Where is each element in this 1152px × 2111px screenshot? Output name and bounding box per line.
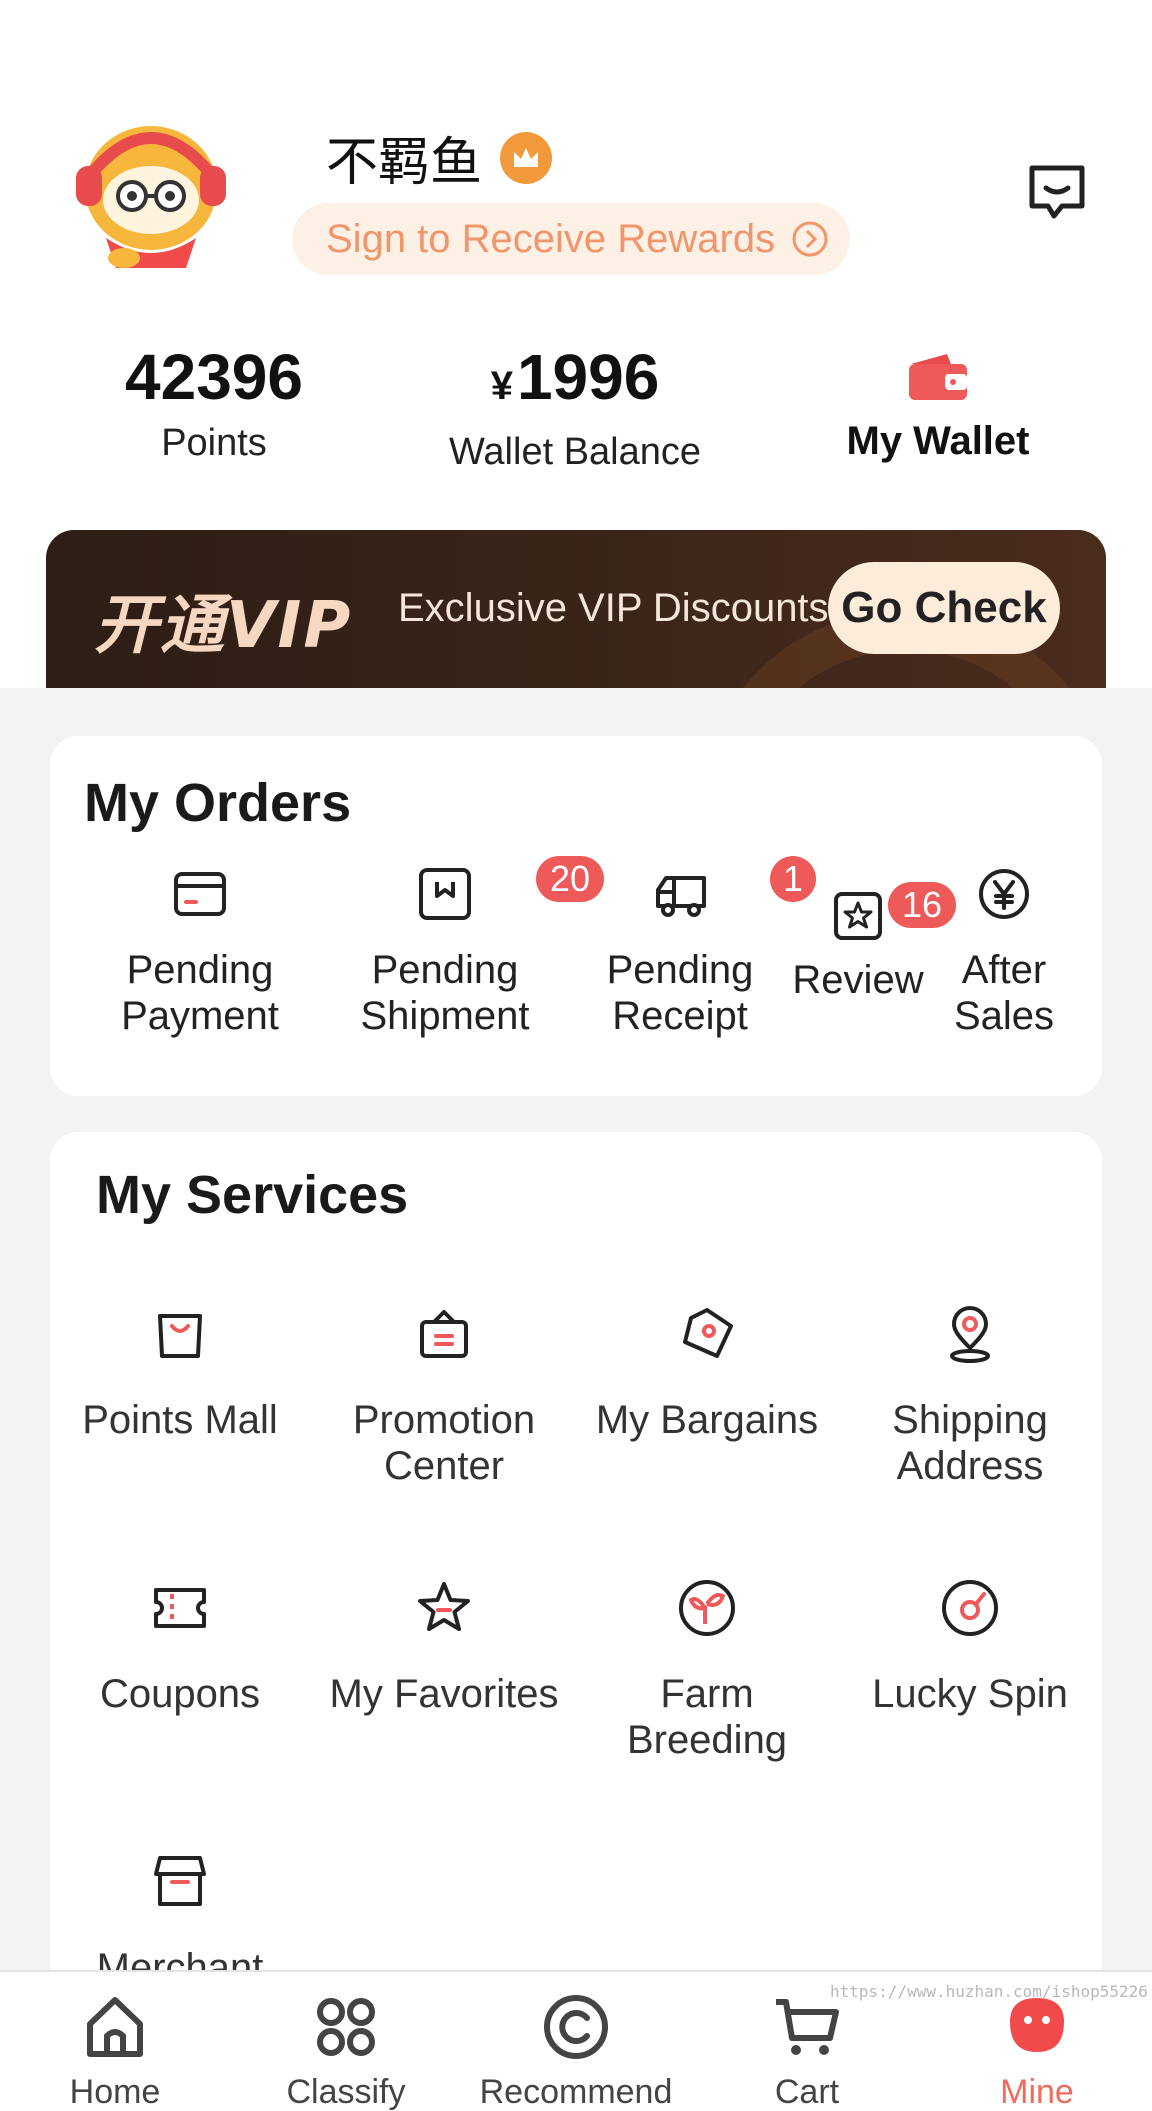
briefcase-icon — [420, 1310, 468, 1358]
review-label: Review — [792, 958, 924, 1002]
username: 不羁鱼 — [326, 133, 483, 193]
service-label: Coupons — [99, 1672, 261, 1716]
service-coupons[interactable]: Coupons — [55, 1578, 305, 1717]
order-pending-shipment[interactable]: Pending Shipment — [345, 866, 545, 1039]
order-pending-receipt[interactable]: Pending Receipt — [600, 866, 760, 1039]
points-label: Points — [161, 422, 267, 464]
circle-arrow-icon — [792, 221, 828, 257]
tab-label: Cart — [774, 2073, 840, 2111]
wallet-value: 1996 — [516, 341, 660, 413]
my-wallet-button[interactable]: My Wallet — [826, 352, 1050, 464]
service-label-line1: Shipping — [892, 1398, 1048, 1442]
location-pin-icon — [950, 1306, 990, 1363]
order-pending-payment[interactable]: Pending Payment — [100, 866, 300, 1039]
shopping-bag-icon — [158, 1314, 202, 1358]
store-icon — [154, 1856, 206, 1906]
tab-label: Home — [69, 2073, 161, 2111]
service-label: My Favorites — [329, 1672, 559, 1716]
avatar[interactable] — [66, 108, 236, 278]
profile-header: 不羁鱼 Sign to Receive Rewards 42396 Points… — [0, 0, 1152, 688]
go-check-button[interactable]: Go Check — [828, 562, 1060, 654]
order-label-line1: Pending — [371, 948, 519, 992]
tag-icon — [683, 1308, 733, 1358]
ticket-icon — [154, 1588, 206, 1628]
box-icon — [419, 868, 471, 920]
service-label: My Bargains — [595, 1398, 819, 1442]
order-label-line1: Pending — [606, 948, 754, 992]
cart-icon — [776, 1999, 839, 2055]
wallet-balance-stat[interactable]: ¥1996 Wallet Balance — [430, 342, 720, 474]
crown-icon — [500, 131, 553, 184]
grid-icon — [317, 1998, 375, 2056]
home-icon — [87, 1997, 143, 2057]
currency-symbol: ¥ — [490, 364, 513, 408]
my-services-card: My Services Points Mall Promotion Center … — [50, 1132, 1102, 1990]
bottom-tab-bar: Home Classify Recommend Cart Mine https:… — [0, 1970, 1152, 2111]
order-after-sales[interactable]: After Sales — [934, 866, 1074, 1039]
tab-home[interactable]: Home — [15, 1992, 215, 2111]
tab-classify[interactable]: Classify — [246, 1992, 446, 2111]
service-label: Lucky Spin — [872, 1672, 1068, 1716]
points-stat[interactable]: 42396 Points — [92, 342, 336, 465]
pending-shipment-badge: 20 — [536, 856, 605, 902]
order-label-line1: After — [961, 948, 1047, 992]
sprout-icon — [679, 1580, 735, 1636]
service-my-bargains[interactable]: My Bargains — [582, 1304, 832, 1443]
wallet-icon — [909, 354, 967, 400]
service-label-line1: Promotion — [352, 1398, 536, 1442]
truck-icon — [656, 876, 706, 917]
recommend-icon — [544, 1995, 608, 2059]
service-points-mall[interactable]: Points Mall — [55, 1304, 305, 1443]
service-label-line2: Address — [896, 1444, 1044, 1488]
order-label-line2: Shipment — [360, 994, 530, 1038]
service-label-line2: Center — [383, 1444, 505, 1488]
yen-circle-icon — [979, 869, 1029, 919]
order-label-line1: Pending — [126, 948, 274, 992]
my-orders-title: My Orders — [84, 773, 352, 833]
order-label-line2: Sales — [953, 994, 1055, 1038]
service-lucky-spin[interactable]: Lucky Spin — [845, 1578, 1095, 1717]
service-farm-breeding[interactable]: Farm Breeding — [582, 1578, 832, 1763]
my-orders-card: My Orders Pending Payment Pending Shipment… — [50, 736, 1102, 1096]
service-promotion-center[interactable]: Promotion Center — [319, 1304, 569, 1489]
card-icon — [174, 872, 226, 916]
points-value: 42396 — [125, 341, 303, 413]
tab-cart[interactable]: Cart — [707, 1992, 907, 2111]
message-icon[interactable] — [1024, 160, 1090, 226]
order-label-line2: Receipt — [612, 994, 748, 1038]
service-label-line1: Farm — [660, 1672, 754, 1716]
star-icon — [418, 1582, 470, 1631]
star-square-icon — [834, 892, 882, 940]
sign-rewards-label: Sign to Receive Rewards — [326, 216, 776, 261]
tab-label: Recommend — [479, 2073, 673, 2111]
vip-description: Exclusive VIP Discounts — [398, 586, 829, 630]
sign-rewards-button[interactable]: Sign to Receive Rewards — [292, 203, 850, 275]
order-label-line2: Payment — [121, 994, 279, 1038]
watermark: https://www.huzhan.com/ishop55226 — [830, 1982, 1148, 2001]
spin-wheel-icon — [942, 1580, 998, 1636]
vip-banner[interactable]: 开通VIP Exclusive VIP Discounts Go Check — [46, 530, 1106, 688]
tab-label: Mine — [1000, 2073, 1074, 2111]
service-label-line2: Breeding — [626, 1718, 788, 1762]
my-services-title: My Services — [96, 1165, 409, 1225]
service-my-favorites[interactable]: My Favorites — [319, 1578, 569, 1717]
tab-mine[interactable]: Mine — [937, 1992, 1137, 2111]
tab-recommend[interactable]: Recommend — [476, 1992, 676, 2111]
vip-title: 开通VIP — [94, 589, 353, 663]
tab-label: Classify — [286, 2073, 406, 2111]
service-shipping-address[interactable]: Shipping Address — [845, 1304, 1095, 1489]
service-label: Points Mall — [82, 1398, 278, 1442]
my-wallet-label: My Wallet — [846, 419, 1030, 463]
mine-icon — [1010, 1998, 1064, 2052]
wallet-balance-label: Wallet Balance — [448, 431, 702, 473]
